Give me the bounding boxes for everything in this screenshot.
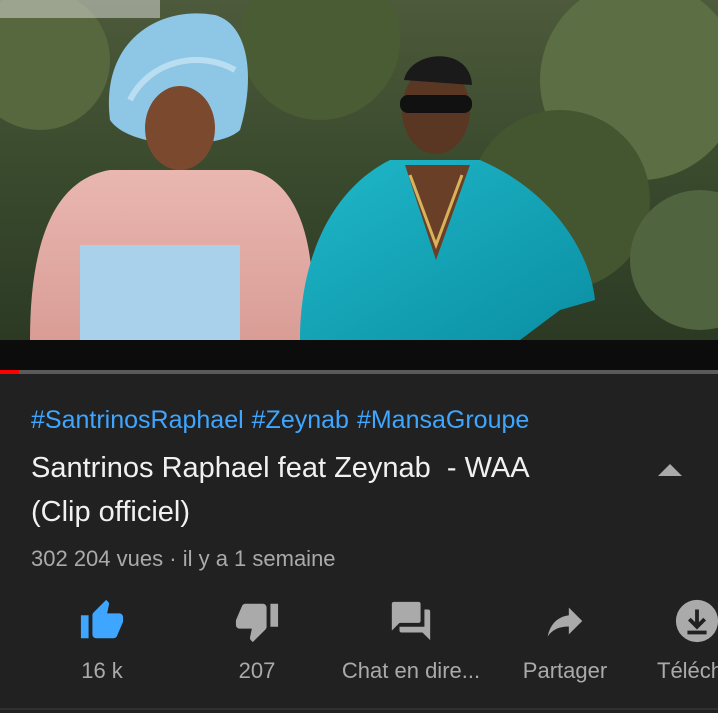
dislike-count: 207 (238, 658, 276, 683)
thumbs-up-icon (80, 599, 124, 639)
video-info-panel: #SantrinosRaphael #Zeynab #MansaGroupe San… (0, 374, 718, 713)
live-chat-label: Chat en dire... (341, 658, 481, 683)
download-button[interactable]: Téléch (645, 594, 718, 684)
upload-age: il y a 1 semaine (182, 546, 336, 571)
download-icon (675, 599, 718, 643)
video-title[interactable]: Santrinos Raphael feat Zeynab - WAA (Cli… (31, 446, 631, 534)
meta-separator: · (169, 546, 177, 571)
like-button[interactable]: 16 k (27, 594, 177, 684)
divider (0, 708, 718, 710)
download-label: Téléch (657, 658, 718, 683)
video-thumbnail[interactable] (0, 0, 718, 340)
collapse-description-icon[interactable] (656, 460, 684, 480)
video-player[interactable] (0, 0, 718, 372)
share-label: Partager (522, 658, 608, 683)
share-button[interactable]: Partager (490, 594, 640, 684)
hashtags: #SantrinosRaphael #Zeynab #MansaGroupe (31, 406, 537, 435)
share-icon (547, 607, 583, 637)
dislike-button[interactable]: 207 (182, 594, 332, 684)
hashtag-link[interactable]: #Zeynab (252, 406, 349, 434)
like-count: 16 k (81, 658, 123, 683)
hashtag-link[interactable]: #MansaGroupe (357, 406, 529, 434)
action-bar: 16 k 207 Chat en dire... Partager Téléch (0, 594, 718, 684)
thumbs-down-icon (235, 603, 279, 643)
chat-icon (391, 601, 431, 641)
live-chat-button[interactable]: Chat en dire... (336, 594, 486, 684)
hashtag-link[interactable]: #SantrinosRaphael (31, 406, 244, 434)
video-meta: 302 204 vues · il y a 1 semaine (31, 546, 336, 572)
player-letterbox (0, 340, 718, 372)
view-count: 302 204 vues (31, 546, 164, 571)
